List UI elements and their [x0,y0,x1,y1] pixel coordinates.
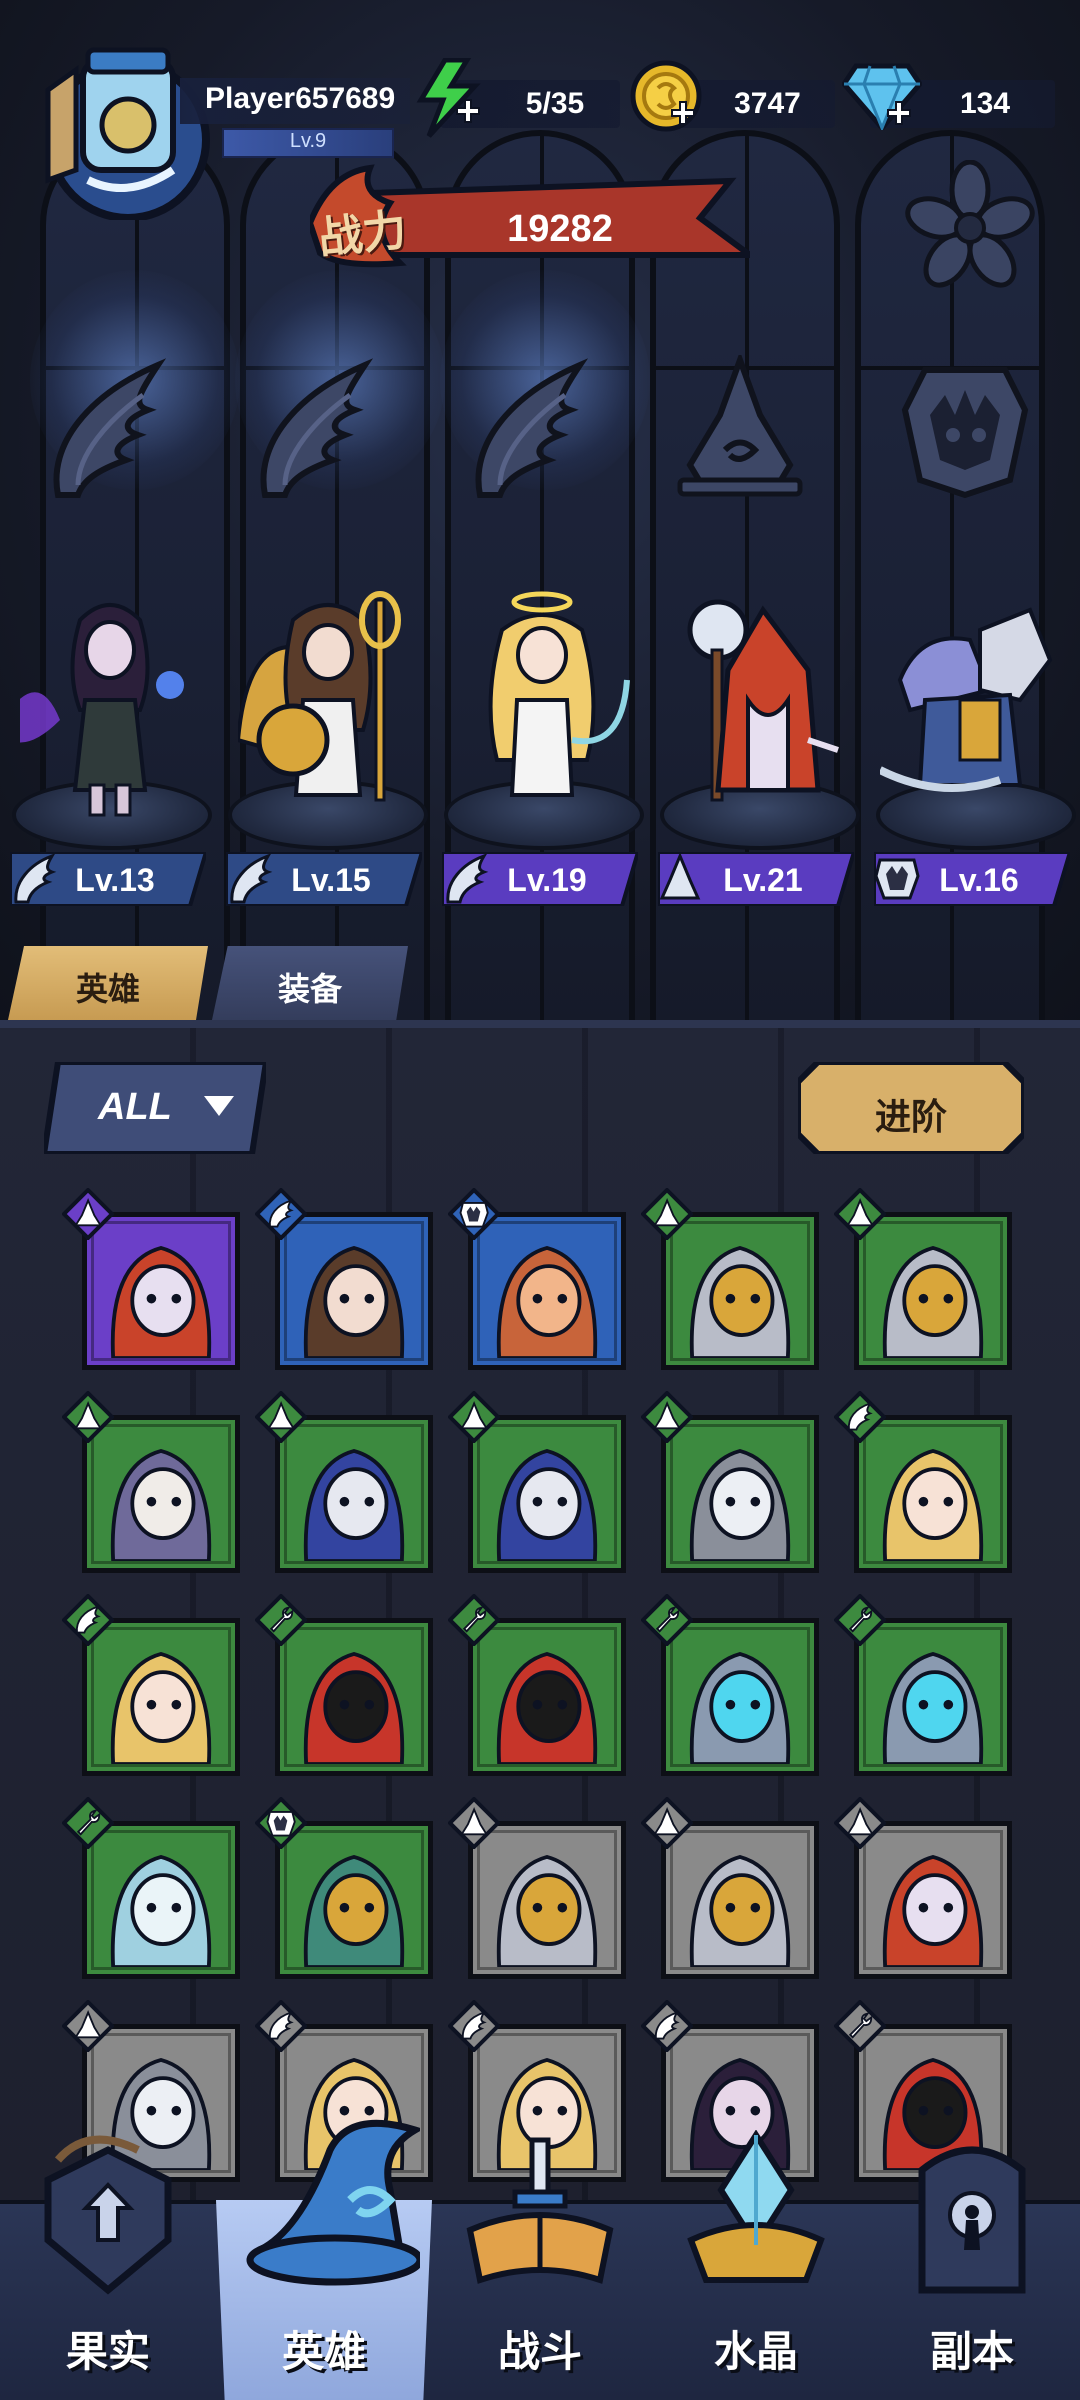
wizard-hat-icon [641,1188,693,1240]
wing-icon [62,1594,114,1646]
player-name: Player657689 [205,82,396,115]
wrench-icon [834,1594,886,1646]
wing-icon [448,2000,500,2052]
wing-icon [255,2000,307,2052]
hero-level-text: Lv.13 [75,862,155,898]
beast-emblem-icon [901,367,1029,499]
hero-portrait [670,1830,810,1970]
keyhole-door-icon [918,2146,1026,2294]
wizard-hat-icon [641,1391,693,1443]
wizard-hat-icon [255,1391,307,1443]
wrench-icon [834,2000,886,2052]
advance-button-label: 进阶 [874,1097,947,1138]
diamond-count: 134 [959,87,1011,120]
wrench-icon [641,1594,693,1646]
hero-portrait [284,1830,424,1970]
wrench-icon [448,1594,500,1646]
wing-icon [255,1188,307,1240]
hero-portrait [91,1424,231,1564]
hero-armored-beast[interactable] [880,590,1060,820]
nav-battle-label: 战斗 [497,2327,582,2376]
hero-portrait [284,1627,424,1767]
hero-laurel-goddess[interactable] [238,590,418,820]
wrench-icon [255,1594,307,1646]
energy-count: 5/35 [525,87,585,120]
keyhole-shield-icon [44,2135,172,2295]
wizard-hat-icon [246,2119,420,2286]
hero-portrait [284,1221,424,1361]
hero-portrait [670,1221,810,1361]
gold-count: 3747 [734,87,801,120]
wizard-hat-icon [448,1391,500,1443]
wizard-hat-icon [62,1188,114,1240]
hero-level-text: Lv.19 [507,862,587,898]
hero-portrait [91,1221,231,1361]
wizard-hat-icon [62,1391,114,1443]
wrench-icon [62,1797,114,1849]
hero-portrait [477,1830,617,1970]
tab-equipment-label: 装备 [277,970,342,1008]
hero-portrait [477,1627,617,1767]
hero-portrait [863,1627,1003,1767]
wing-emblem-icon [53,358,167,498]
wizard-hat-emblem-icon [677,355,803,497]
hero-portrait [477,1424,617,1564]
add-gold-icon[interactable] [670,100,696,126]
tab-heroes-label: 英雄 [75,970,140,1008]
sword-book-icon [466,2137,614,2284]
nav-crystal-label: 水晶 [713,2327,798,2376]
hero-portrait [91,1830,231,1970]
power-value: 19282 [507,208,613,250]
crystal-icon [687,2130,825,2283]
beast-icon [255,1797,307,1849]
hero-portrait [863,1424,1003,1564]
add-energy-icon[interactable] [455,98,481,124]
player-avatar[interactable] [28,30,218,220]
hero-blonde-priestess[interactable] [452,590,632,820]
hero-level-text: Lv.15 [291,862,371,898]
hero-level-text: Lv.16 [939,862,1019,898]
hero-red-hooded-mage[interactable] [668,590,848,820]
power-label: 战力 [316,204,409,265]
hero-level-text: Lv.21 [723,862,803,898]
wing-icon [834,1391,886,1443]
wing-emblem-icon [260,358,374,498]
nav-dungeon-label: 副本 [929,2327,1014,2376]
wizard-hat-icon [448,1797,500,1849]
filter-label: ALL [98,1086,172,1128]
wizard-hat-icon [641,1797,693,1849]
beast-icon [448,1188,500,1240]
flower-settings-icon[interactable] [905,160,1035,290]
wing-emblem-icon [475,358,589,498]
nav-heroes-label: 英雄 [281,2327,366,2376]
hero-portrait [670,1627,810,1767]
hero-portrait [863,1830,1003,1970]
wizard-hat-icon [834,1188,886,1240]
add-diamond-icon[interactable] [886,100,912,126]
wizard-hat-icon [834,1797,886,1849]
wizard-hat-icon [62,2000,114,2052]
wing-icon [641,2000,693,2052]
nav-fruit-label: 果实 [65,2327,150,2376]
hero-portrait [91,1627,231,1767]
hero-portrait [477,1221,617,1361]
hero-portrait [863,1221,1003,1361]
hero-portrait [670,1424,810,1564]
hero-portrait [284,1424,424,1564]
hero-dark-sorceress[interactable] [20,590,200,820]
player-level: Lv.9 [289,130,327,152]
